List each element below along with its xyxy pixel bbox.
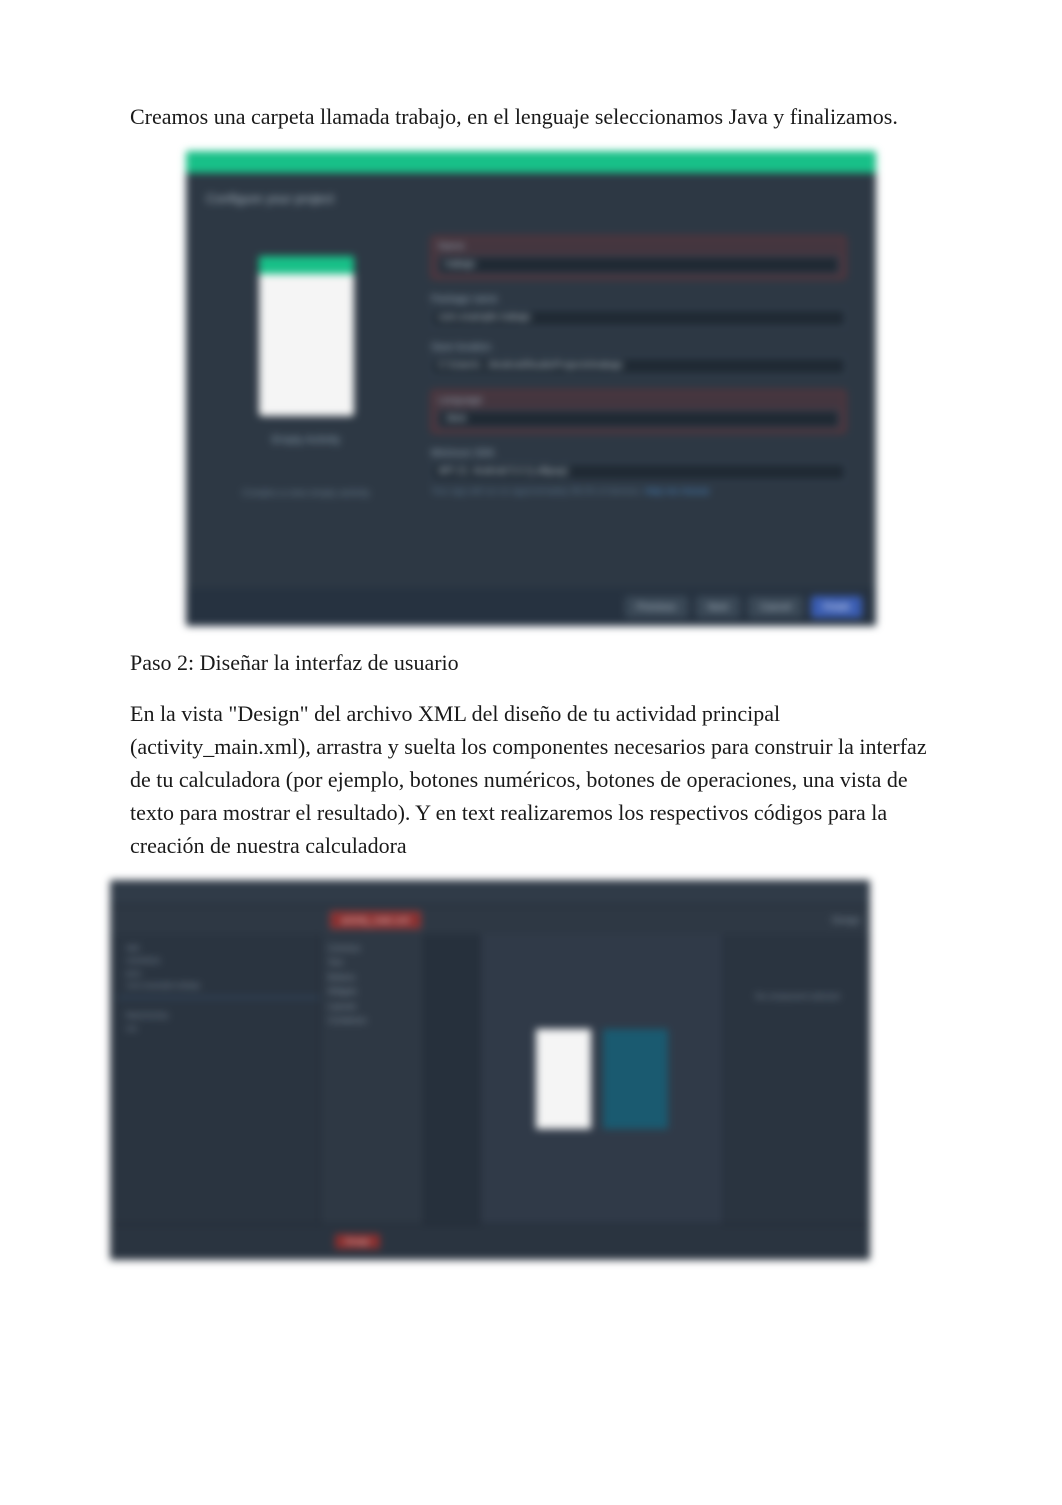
ide-menubar — [110, 880, 870, 906]
sdk-select[interactable]: API 21: Android 5.0 (Lollipop) — [431, 463, 846, 481]
finish-button[interactable]: Finish — [811, 596, 862, 618]
blueprint-preview-icon[interactable] — [603, 1029, 668, 1129]
ide-tab-bar: activity_main.xml Design — [110, 906, 870, 934]
save-label: Save location — [431, 342, 846, 353]
palette-panel[interactable]: Common Text Buttons Widgets Layouts Cont… — [320, 934, 425, 1224]
palette-item[interactable]: Common — [328, 942, 416, 956]
package-field-group: Package name com.example.trabajo — [431, 294, 846, 327]
project-tree-item[interactable]: MainActivity — [118, 1010, 311, 1023]
project-tree-item[interactable]: res — [118, 1023, 311, 1036]
palette-item[interactable]: Widgets — [328, 985, 416, 999]
project-tree-item[interactable]: com.example.trabajo — [118, 980, 311, 993]
component-tree-panel[interactable] — [425, 934, 480, 1224]
project-panel[interactable]: app manifests java com.example.trabajo M… — [110, 934, 320, 1224]
palette-item[interactable]: Layouts — [328, 1000, 416, 1014]
project-tree-item[interactable]: manifests — [118, 955, 311, 968]
save-input[interactable]: C:\Users\...\AndroidStudioProjects\traba… — [431, 357, 846, 375]
name-field-group: Name trabajo — [431, 236, 846, 279]
sdk-field-group: Minimum SDK API 21: Android 5.0 (Lollipo… — [431, 448, 846, 498]
phone-preview-icon — [259, 256, 354, 416]
help-choose-link[interactable]: Help me choose — [644, 486, 709, 496]
name-label: Name — [438, 241, 839, 252]
activity-template-label: Empty Activity — [272, 434, 340, 446]
language-select[interactable]: Java — [438, 410, 839, 428]
cancel-button[interactable]: Cancel — [748, 596, 803, 618]
next-button[interactable]: Next — [696, 596, 741, 618]
sdk-label: Minimum SDK — [431, 448, 846, 459]
design-preview-icon[interactable] — [536, 1029, 591, 1129]
project-tree-item[interactable]: java — [118, 968, 311, 981]
dialog-titlebar — [186, 151, 876, 173]
attributes-placeholder: No component selected — [733, 992, 862, 1001]
dialog-footer: Previous Next Cancel Finish — [186, 588, 876, 626]
intro-paragraph: Creamos una carpeta llamada trabajo, en … — [130, 100, 932, 133]
new-project-dialog-screenshot: Configure your project Empty Activity Cr… — [186, 151, 876, 626]
save-field-group: Save location C:\Users\...\AndroidStudio… — [431, 342, 846, 375]
ide-layout-editor-screenshot: activity_main.xml Design app manifests j… — [110, 880, 870, 1260]
package-label: Package name — [431, 294, 846, 305]
project-separator — [118, 997, 323, 998]
activity-description: Creates a new empty activity — [242, 488, 370, 499]
palette-item[interactable]: Containers — [328, 1014, 416, 1028]
tab-activity-main-xml[interactable]: activity_main.xml — [330, 911, 421, 929]
previous-button[interactable]: Previous — [625, 596, 688, 618]
package-input[interactable]: com.example.trabajo — [431, 309, 846, 327]
name-input[interactable]: trabajo — [438, 256, 839, 274]
tab-design-switch[interactable]: Design — [832, 915, 860, 925]
palette-item[interactable]: Buttons — [328, 971, 416, 985]
language-field-group: Language Java — [431, 390, 846, 433]
dialog-heading: Configure your project — [186, 173, 876, 216]
step2-body: En la vista "Design" del archivo XML del… — [130, 697, 932, 862]
ide-bottom-bar: Design — [110, 1224, 870, 1258]
design-text-tab[interactable]: Design — [335, 1234, 380, 1249]
palette-item[interactable]: Text — [328, 956, 416, 970]
design-canvas[interactable] — [480, 934, 725, 1224]
step2-title: Paso 2: Diseñar la interfaz de usuario — [130, 646, 932, 679]
attributes-panel[interactable]: No component selected — [725, 934, 870, 1224]
language-label: Language — [438, 395, 839, 406]
project-tree-item[interactable]: app — [118, 942, 311, 955]
sdk-info-text: Your app will run on approximately 98.0%… — [431, 485, 846, 498]
